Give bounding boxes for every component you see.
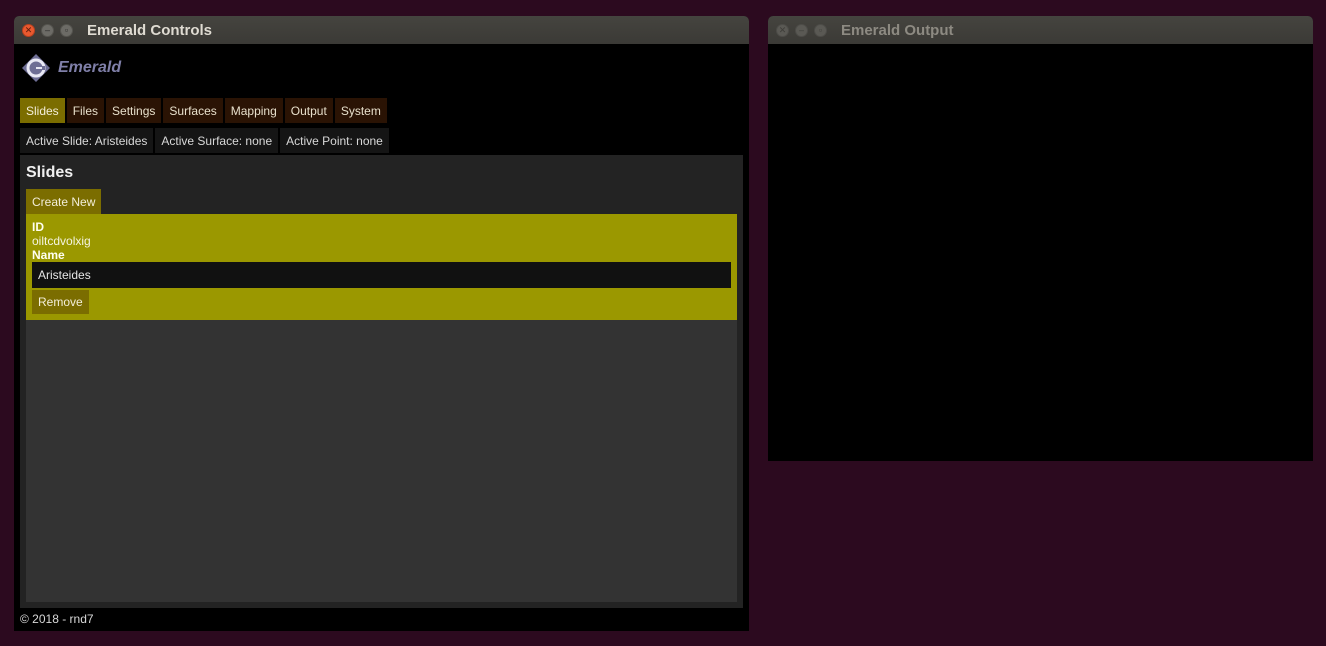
titlebar[interactable]: ✕ – ▫ Emerald Output	[768, 16, 1313, 44]
brand-name: Emerald	[58, 59, 122, 76]
status-bar: Active Slide: Aristeides Active Surface:…	[20, 128, 389, 153]
tab-settings[interactable]: Settings	[106, 98, 162, 123]
emerald-controls-window: ✕ – ▫ Emerald Controls Emerald Slides Fi…	[14, 16, 749, 631]
minimize-icon[interactable]: –	[41, 23, 54, 37]
tab-system[interactable]: System	[334, 98, 387, 123]
id-value: oiltcdvolxig	[32, 234, 91, 248]
active-slide-status: Active Slide: Aristeides	[20, 128, 154, 153]
tab-surfaces[interactable]: Surfaces	[163, 98, 223, 123]
remove-button[interactable]: Remove	[32, 290, 89, 314]
minimize-icon[interactable]: –	[795, 23, 808, 37]
emerald-logo-icon	[21, 53, 51, 83]
panel-header: Slides Create New	[26, 155, 737, 214]
window-title: Emerald Output	[841, 21, 954, 39]
slides-panel: Slides Create New ID oiltcdvolxig Name R…	[20, 155, 743, 608]
app-header: Emerald	[14, 44, 749, 92]
slide-item[interactable]: ID oiltcdvolxig Name Remove	[26, 214, 737, 320]
window-title: Emerald Controls	[87, 21, 213, 39]
main-tabs: Slides Files Settings Surfaces Mapping O…	[20, 98, 387, 123]
tab-files[interactable]: Files	[66, 98, 105, 123]
slides-list-area: Slides Create New ID oiltcdvolxig Name R…	[26, 155, 737, 602]
panel-title: Slides	[26, 164, 74, 181]
close-icon[interactable]: ✕	[22, 23, 35, 37]
footer-copyright: © 2018 - rnd7	[20, 612, 94, 626]
tab-mapping[interactable]: Mapping	[224, 98, 283, 123]
maximize-icon[interactable]: ▫	[60, 23, 73, 37]
name-label: Name	[32, 248, 65, 262]
emerald-output-window: ✕ – ▫ Emerald Output	[768, 16, 1313, 461]
output-canvas	[768, 44, 1313, 461]
tab-slides[interactable]: Slides	[20, 98, 65, 123]
close-icon[interactable]: ✕	[776, 23, 789, 37]
create-new-button[interactable]: Create New	[26, 189, 102, 214]
active-point-status: Active Point: none	[280, 128, 389, 153]
id-label: ID	[32, 220, 44, 234]
titlebar[interactable]: ✕ – ▫ Emerald Controls	[14, 16, 749, 44]
maximize-icon[interactable]: ▫	[814, 23, 827, 37]
slide-name-input[interactable]	[32, 262, 731, 288]
tab-output[interactable]: Output	[284, 98, 333, 123]
active-surface-status: Active Surface: none	[155, 128, 279, 153]
